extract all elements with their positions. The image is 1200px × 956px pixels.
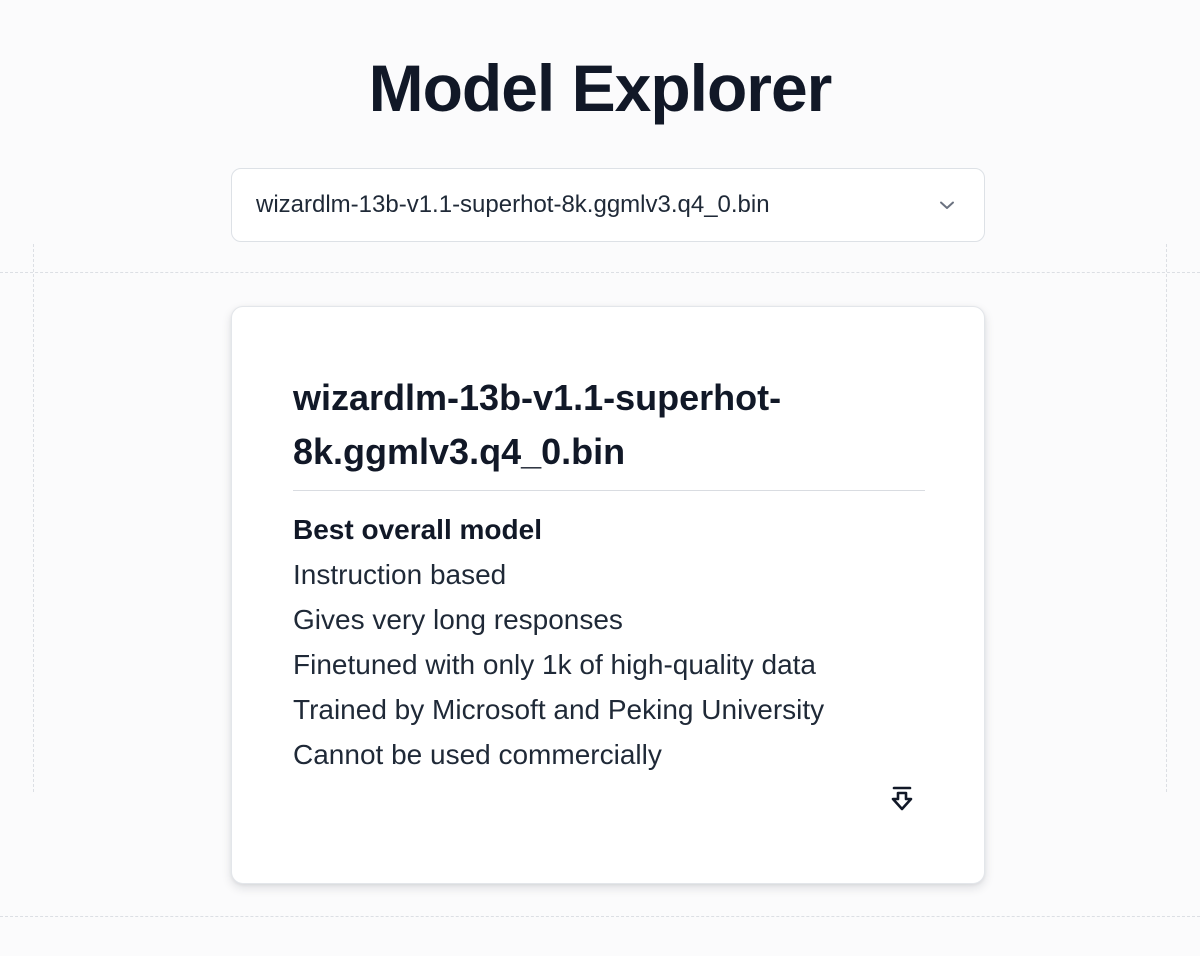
feature-item: Finetuned with only 1k of high-quality d… <box>293 649 816 680</box>
guide-line-bottom <box>0 916 1200 917</box>
model-select[interactable]: wizardlm-13b-v1.1-superhot-8k.ggmlv3.q4_… <box>231 168 985 242</box>
download-icon <box>886 783 918 820</box>
feature-item: Trained by Microsoft and Peking Universi… <box>293 694 825 725</box>
model-select-value: wizardlm-13b-v1.1-superhot-8k.ggmlv3.q4_… <box>256 191 770 218</box>
guide-line-left <box>33 244 34 792</box>
model-card: wizardlm-13b-v1.1-superhot-8k.ggmlv3.q4_… <box>231 306 985 884</box>
download-button[interactable] <box>884 783 920 819</box>
feature-item: Best overall model <box>293 514 542 545</box>
model-card-title: wizardlm-13b-v1.1-superhot-8k.ggmlv3.q4_… <box>293 377 782 472</box>
card-divider <box>293 490 925 491</box>
feature-item: Cannot be used commercially <box>293 739 662 770</box>
feature-item: Instruction based <box>293 559 507 590</box>
guide-line-top <box>0 272 1200 273</box>
guide-line-right <box>1166 244 1167 792</box>
chevron-down-icon <box>936 194 958 216</box>
page-title: Model Explorer <box>368 51 833 125</box>
model-features-list: Best overall model Instruction based Giv… <box>293 507 824 777</box>
feature-item: Gives very long responses <box>293 604 623 635</box>
page: Model Explorer wizardlm-13b-v1.1-superho… <box>0 0 1200 956</box>
